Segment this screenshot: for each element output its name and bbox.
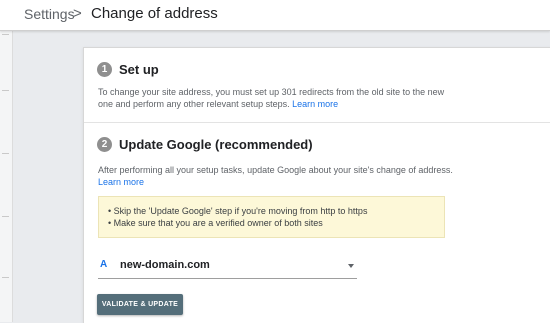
notice-item: • Make sure that you are a verified owne… (108, 218, 323, 228)
dropdown-caret-icon (348, 264, 354, 268)
step-1-title: Set up (119, 62, 159, 77)
validate-update-button[interactable]: VALIDATE & UPDATE (97, 294, 183, 315)
step-1-description: To change your site address, you must se… (98, 86, 538, 110)
step-1-description-line1: To change your site address, you must se… (98, 87, 445, 97)
notice-item: • Skip the 'Update Google' step if you'r… (108, 206, 368, 216)
step-1-description-line2: one and perform any other relevant setup… (98, 99, 290, 109)
nav-divider (2, 153, 9, 154)
site-select-dropdown[interactable]: A new-domain.com (98, 254, 357, 279)
breadcrumb: Settings > Change of address (0, 0, 550, 31)
site-select-value: new-domain.com (120, 259, 210, 271)
nav-divider (2, 90, 9, 91)
step-1-learn-more-link[interactable]: Learn more (292, 99, 338, 109)
step-2-title: Update Google (recommended) (119, 137, 313, 152)
step-1-number-icon: 1 (97, 62, 112, 77)
page-title: Change of address (91, 5, 218, 22)
notice-box: • Skip the 'Update Google' step if you'r… (98, 196, 445, 238)
step-2-description: After performing all your setup tasks, u… (98, 164, 538, 188)
change-of-address-card: 1 Set up To change your site address, yo… (83, 47, 550, 323)
nav-divider (2, 277, 9, 278)
breadcrumb-settings-link[interactable]: Settings (24, 6, 75, 22)
step-2-description-line1: After performing all your setup tasks, u… (98, 165, 453, 175)
nav-divider (2, 34, 9, 35)
breadcrumb-separator-icon: > (73, 5, 82, 22)
nav-divider (2, 216, 9, 217)
site-property-icon: A (100, 259, 108, 270)
section-divider (84, 122, 550, 123)
left-nav-strip (0, 0, 13, 322)
step-2-learn-more-link[interactable]: Learn more (98, 177, 144, 187)
step-2-number-icon: 2 (97, 137, 112, 152)
